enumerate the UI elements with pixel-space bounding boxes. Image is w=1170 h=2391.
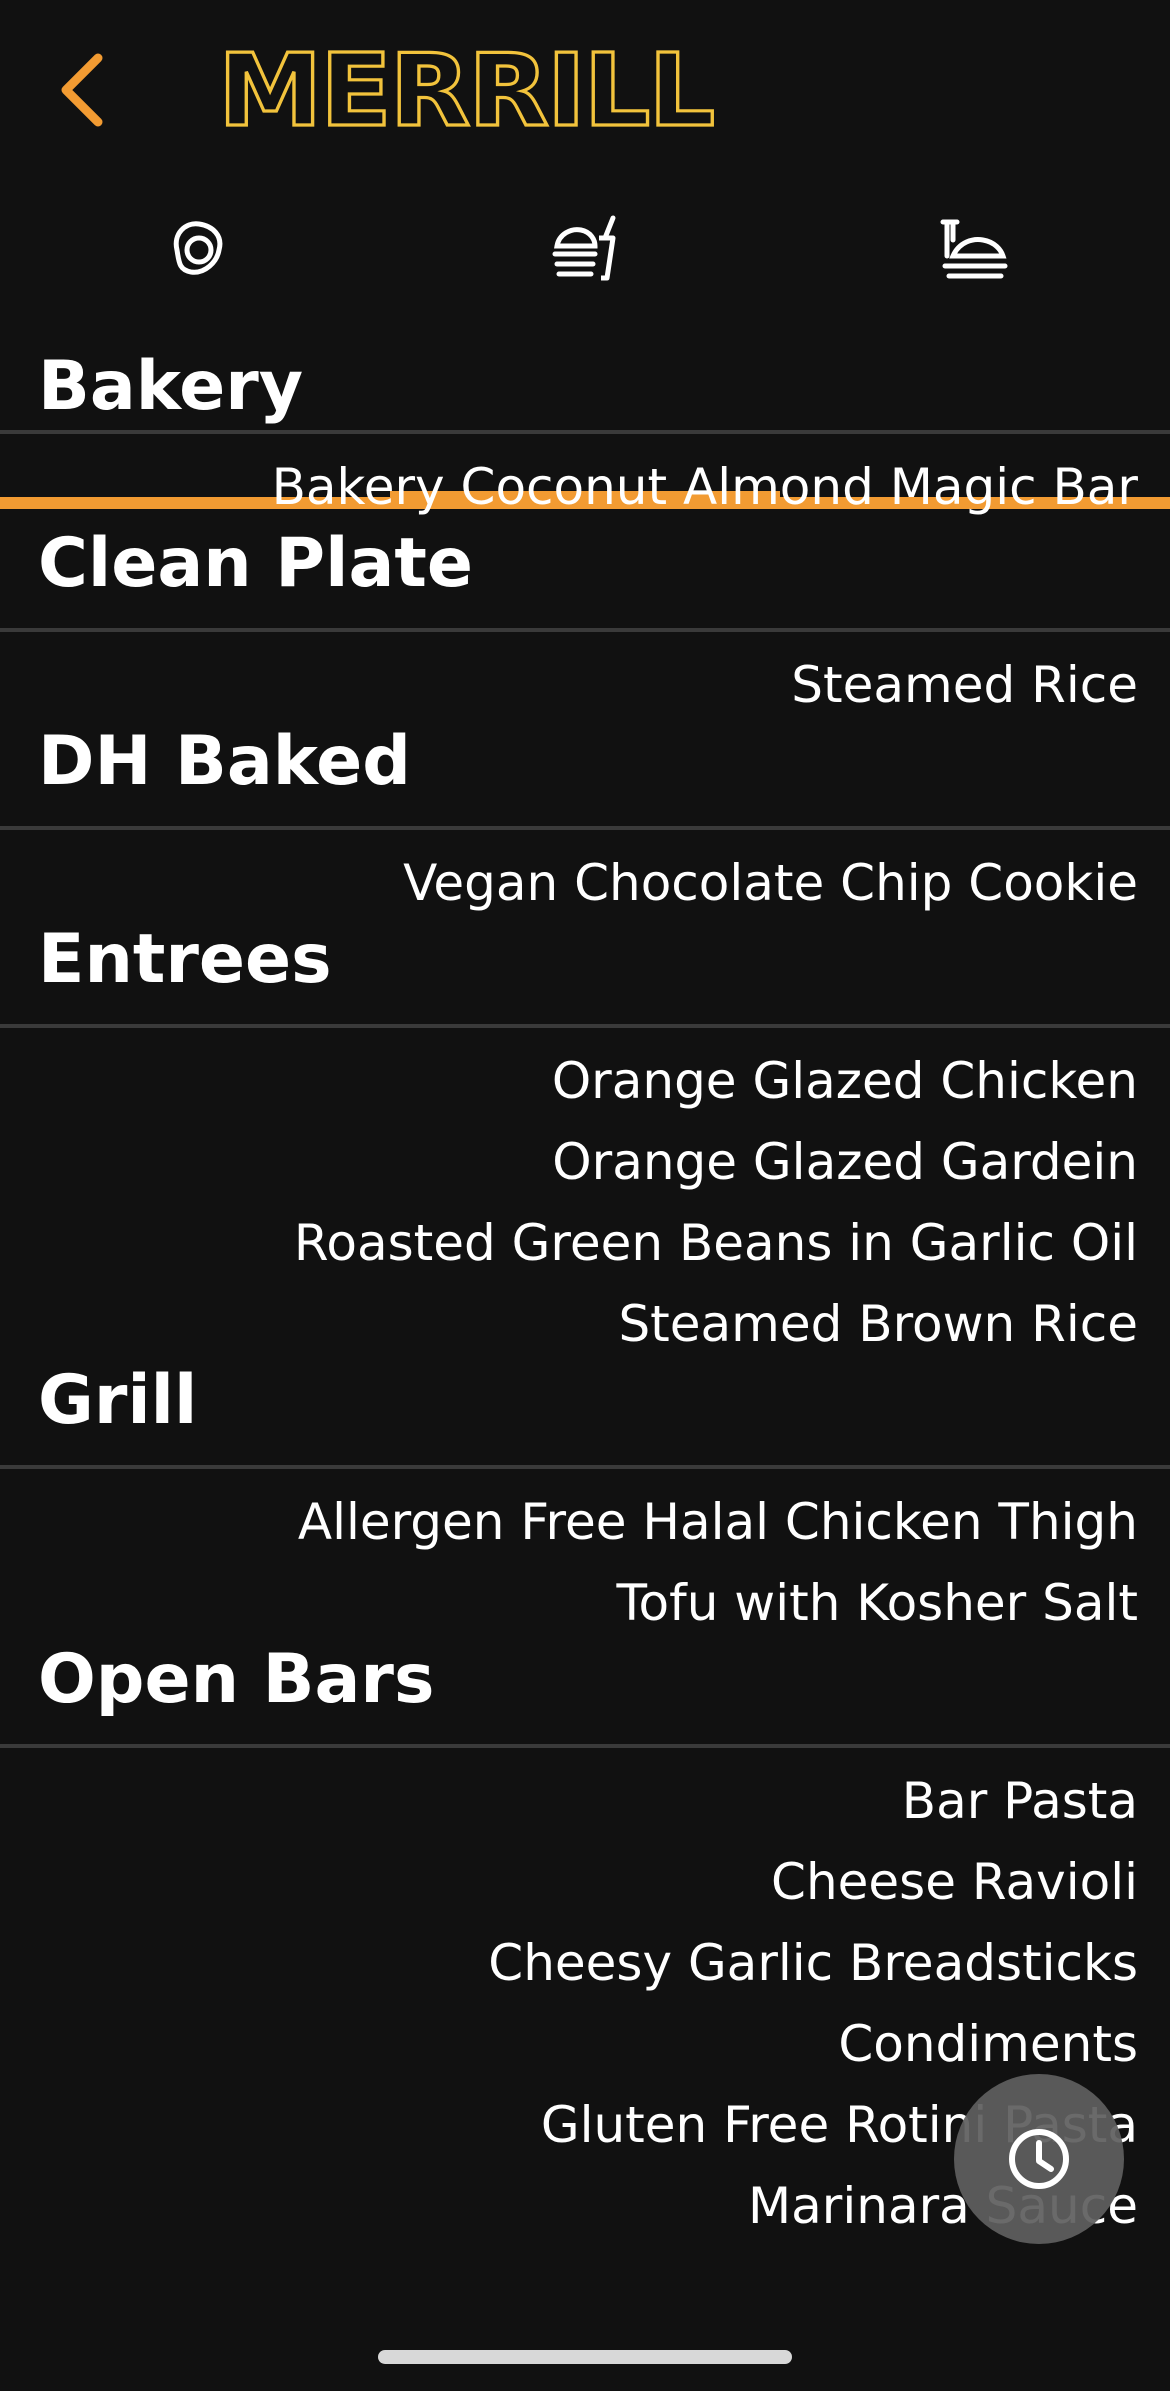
menu-section-clean-plate: Bakery Coconut Almond Magic Bar Clean Pl… [0,434,1170,632]
home-indicator[interactable] [378,2350,792,2364]
egg-icon [173,220,223,275]
dish-icon [940,219,1008,278]
menu-section-grill: Orange Glazed Chicken Orange Glazed Gard… [0,1028,1170,1469]
menu-item[interactable]: Allergen Free Halal Chicken Thigh [0,1482,1170,1563]
section-title: Entrees [38,920,332,999]
menu-item[interactable]: Tofu with Kosher Salt [0,1563,1170,1644]
section-title: Bakery [38,347,304,426]
menu-item[interactable]: Orange Glazed Gardein [0,1122,1170,1203]
svg-text:MERRILL: MERRILL [218,40,713,135]
section-title: Open Bars [38,1640,435,1719]
menu-item[interactable]: Bakery Coconut Almond Magic Bar [0,447,1170,528]
tab-breakfast[interactable] [0,185,390,310]
menu-item[interactable]: Condiments [0,2004,1170,2085]
back-button[interactable] [50,40,130,140]
menu-item[interactable]: Orange Glazed Chicken [0,1041,1170,1122]
menu-item[interactable]: Bar Pasta [0,1761,1170,1842]
chevron-left-icon [61,53,103,127]
menu-item[interactable]: Cheese Ravioli [0,1842,1170,1923]
app-header: MERRILL [0,0,1170,185]
meal-tabs [0,185,1170,509]
menu-item[interactable]: Vegan Chocolate Chip Cookie [0,843,1170,924]
menu-list: Bakery Bakery Coconut Almond Magic Bar C… [0,324,1170,2247]
section-title: Clean Plate [38,524,473,603]
menu-item[interactable]: Steamed Brown Rice [0,1284,1170,1365]
menu-item[interactable]: Steamed Rice [0,645,1170,726]
menu-section-entrees: Vegan Chocolate Chip Cookie Entrees [0,830,1170,1028]
section-title: Grill [38,1361,198,1440]
menu-section-dh-baked: Steamed Rice DH Baked [0,632,1170,830]
clock-icon [1009,2129,1069,2189]
menu-section-open-bars: Allergen Free Halal Chicken Thigh Tofu w… [0,1469,1170,1748]
tab-dinner[interactable] [780,185,1170,310]
merrill-logo: MERRILL [218,40,717,135]
history-button[interactable] [954,2074,1124,2244]
menu-item[interactable]: Roasted Green Beans in Garlic Oil [0,1203,1170,1284]
menu-section-bakery: Bakery [0,324,1170,434]
menu-item[interactable]: Cheesy Garlic Breadsticks [0,1923,1170,2004]
section-title: DH Baked [38,722,411,801]
tab-lunch[interactable] [390,185,780,310]
meal-icon [552,215,616,280]
